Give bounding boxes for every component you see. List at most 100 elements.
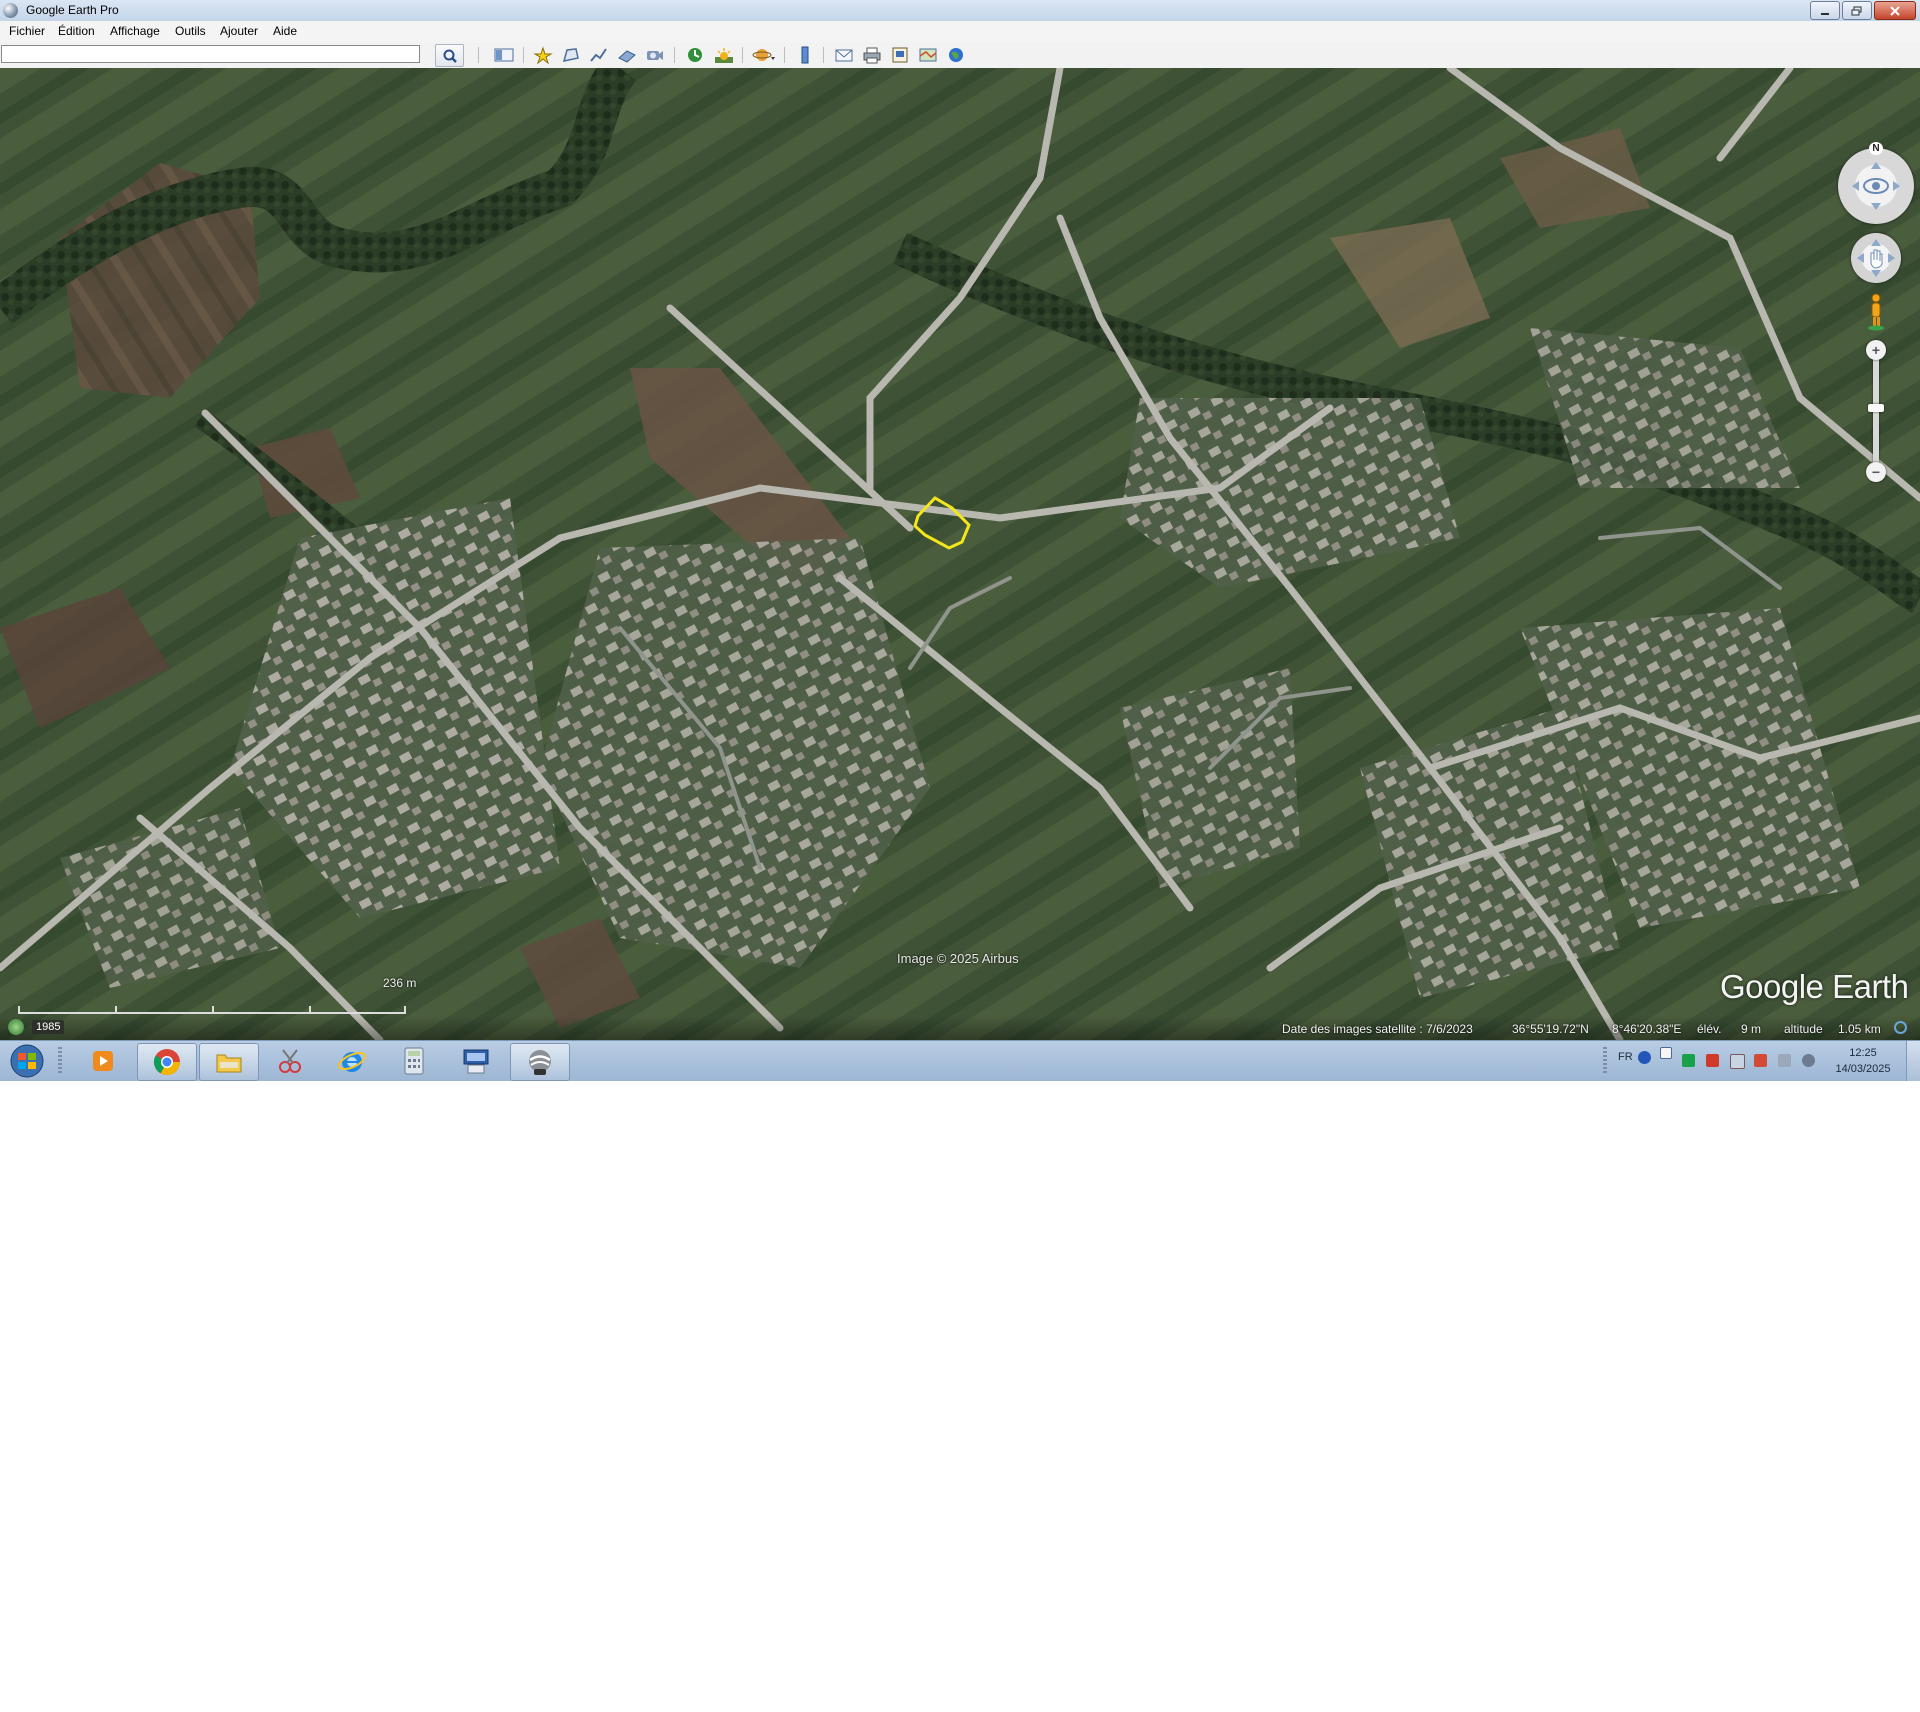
- media-player-icon: [93, 1051, 113, 1071]
- minimize-icon: [1821, 12, 1829, 15]
- kaspersky-icon[interactable]: [1682, 1054, 1695, 1067]
- altitude-label: altitude: [1784, 1022, 1823, 1036]
- window-title: Google Earth Pro: [26, 3, 119, 17]
- path-icon: [590, 48, 607, 62]
- sunlight-button[interactable]: [712, 45, 736, 65]
- elevation-value: 9 m: [1741, 1022, 1762, 1036]
- historical-imagery-button[interactable]: [683, 45, 707, 65]
- add-polygon-button[interactable]: [559, 45, 583, 65]
- help-icon[interactable]: [1638, 1051, 1651, 1064]
- imagery-date: Date des images satellite : 7/6/2023: [1282, 1022, 1473, 1036]
- menu-edition[interactable]: Édition: [58, 24, 95, 38]
- add-image-overlay-button[interactable]: [615, 45, 639, 65]
- system-clock[interactable]: 12:25 14/03/2025: [1828, 1045, 1898, 1077]
- sidebar-toggle-button[interactable]: [492, 45, 516, 65]
- switch-planet-button[interactable]: [752, 45, 776, 65]
- restore-button[interactable]: [1842, 1, 1872, 20]
- pegman-icon: [1868, 293, 1884, 331]
- language-bar-icon[interactable]: [1660, 1047, 1672, 1059]
- scale-label: 236 m: [383, 976, 417, 990]
- zoom-out-button[interactable]: −: [1866, 462, 1886, 482]
- save-image-icon: [892, 47, 908, 63]
- street-view-pegman[interactable]: [1867, 293, 1885, 331]
- historical-year-badge[interactable]: 1985: [32, 1020, 65, 1034]
- view-in-maps-button[interactable]: [916, 45, 940, 65]
- minimize-button[interactable]: [1810, 1, 1840, 20]
- menu-aide[interactable]: Aide: [273, 24, 297, 38]
- taskbar-media-player[interactable]: [74, 1043, 132, 1079]
- taskbar-calculator[interactable]: [385, 1043, 443, 1079]
- menu-affichage[interactable]: Affichage: [110, 24, 160, 38]
- menu-ajouter[interactable]: Ajouter: [220, 24, 258, 38]
- zoom-in-button[interactable]: +: [1866, 340, 1886, 360]
- google-earth-pro-icon: [529, 1050, 551, 1075]
- action-center-icon[interactable]: [1730, 1054, 1745, 1069]
- record-tour-icon: [647, 51, 663, 60]
- show-desktop-button[interactable]: [1906, 1041, 1920, 1081]
- start-button[interactable]: [4, 1043, 50, 1079]
- taskbar-chrome[interactable]: [137, 1043, 197, 1081]
- longitude-readout: 8°46'20.38"E: [1612, 1022, 1682, 1036]
- close-button[interactable]: [1874, 1, 1916, 20]
- zoom-slider-thumb[interactable]: [1868, 404, 1884, 412]
- display-icon[interactable]: [1706, 1054, 1719, 1067]
- file-explorer-icon: [216, 1054, 242, 1073]
- search-input[interactable]: [1, 45, 420, 63]
- look-around-control[interactable]: [1838, 148, 1914, 224]
- ruler-button[interactable]: [793, 45, 817, 65]
- email-icon: [835, 49, 853, 62]
- print-icon: [863, 47, 881, 64]
- taskbar-internet-explorer[interactable]: [323, 1043, 381, 1079]
- toolbar: [0, 42, 1920, 69]
- taskbar-file-explorer[interactable]: [199, 1043, 259, 1081]
- email-button[interactable]: [832, 45, 856, 65]
- clock-time: 12:25: [1849, 1047, 1877, 1059]
- image-overlay-icon: [618, 50, 636, 63]
- compass-north: N: [1869, 142, 1883, 155]
- calculator-icon: [404, 1047, 424, 1075]
- placemark-icon: [533, 46, 553, 64]
- map-viewport[interactable]: N + − Image © 2025 Airbus Google Earth 2…: [0, 68, 1920, 1040]
- altitude-value: 1.05 km: [1838, 1022, 1881, 1036]
- menu-bar: Fichier Édition Affichage Outils Ajouter…: [0, 21, 1920, 42]
- ruler-icon: [801, 46, 809, 64]
- google-earth-window: Google Earth Pro Fichier Édition Afficha…: [0, 0, 1920, 1081]
- taskbar-grip[interactable]: [58, 1047, 62, 1075]
- windows-start-icon: [10, 1044, 44, 1078]
- info-icon[interactable]: [1894, 1021, 1907, 1034]
- taskbar-google-earth-pro[interactable]: [510, 1043, 570, 1081]
- add-placemark-button[interactable]: [531, 45, 555, 65]
- network-icon[interactable]: [1778, 1054, 1791, 1067]
- taskbar-network-printer[interactable]: [447, 1043, 505, 1079]
- tray-grip[interactable]: [1603, 1047, 1607, 1075]
- satellite-imagery: [0, 68, 1920, 1040]
- title-bar: Google Earth Pro: [0, 0, 1920, 22]
- volume-icon[interactable]: [1754, 1054, 1767, 1067]
- search-button[interactable]: [435, 44, 464, 67]
- map-view-icon: [919, 48, 937, 62]
- move-control[interactable]: [1851, 233, 1901, 283]
- window-controls: [1810, 1, 1916, 20]
- search-icon: [443, 49, 457, 63]
- menu-fichier[interactable]: Fichier: [9, 24, 45, 38]
- chrome-icon: [153, 1049, 181, 1076]
- language-indicator[interactable]: FR: [1618, 1051, 1633, 1063]
- speaker-icon[interactable]: [1802, 1054, 1815, 1067]
- scale-bar: [18, 1002, 406, 1014]
- historical-imagery-icon: [688, 48, 702, 62]
- google-earth-logo: Google Earth: [1720, 968, 1909, 1005]
- clock-date: 14/03/2025: [1835, 1063, 1891, 1075]
- add-path-button[interactable]: [587, 45, 611, 65]
- print-button[interactable]: [860, 45, 884, 65]
- record-tour-button[interactable]: [643, 45, 667, 65]
- polygon-icon: [562, 48, 579, 62]
- internet-explorer-icon: [338, 1051, 366, 1072]
- windows-taskbar: FR 12:25 14/03/2025: [0, 1040, 1920, 1081]
- menu-outils[interactable]: Outils: [175, 24, 206, 38]
- hand-icon: [1857, 239, 1895, 277]
- earth-gallery-button[interactable]: [944, 45, 968, 65]
- taskbar-snipping-tool[interactable]: [261, 1043, 319, 1079]
- historical-imagery-icon[interactable]: [8, 1019, 24, 1035]
- google-earth-app-icon[interactable]: [3, 3, 18, 18]
- save-image-button[interactable]: [888, 45, 912, 65]
